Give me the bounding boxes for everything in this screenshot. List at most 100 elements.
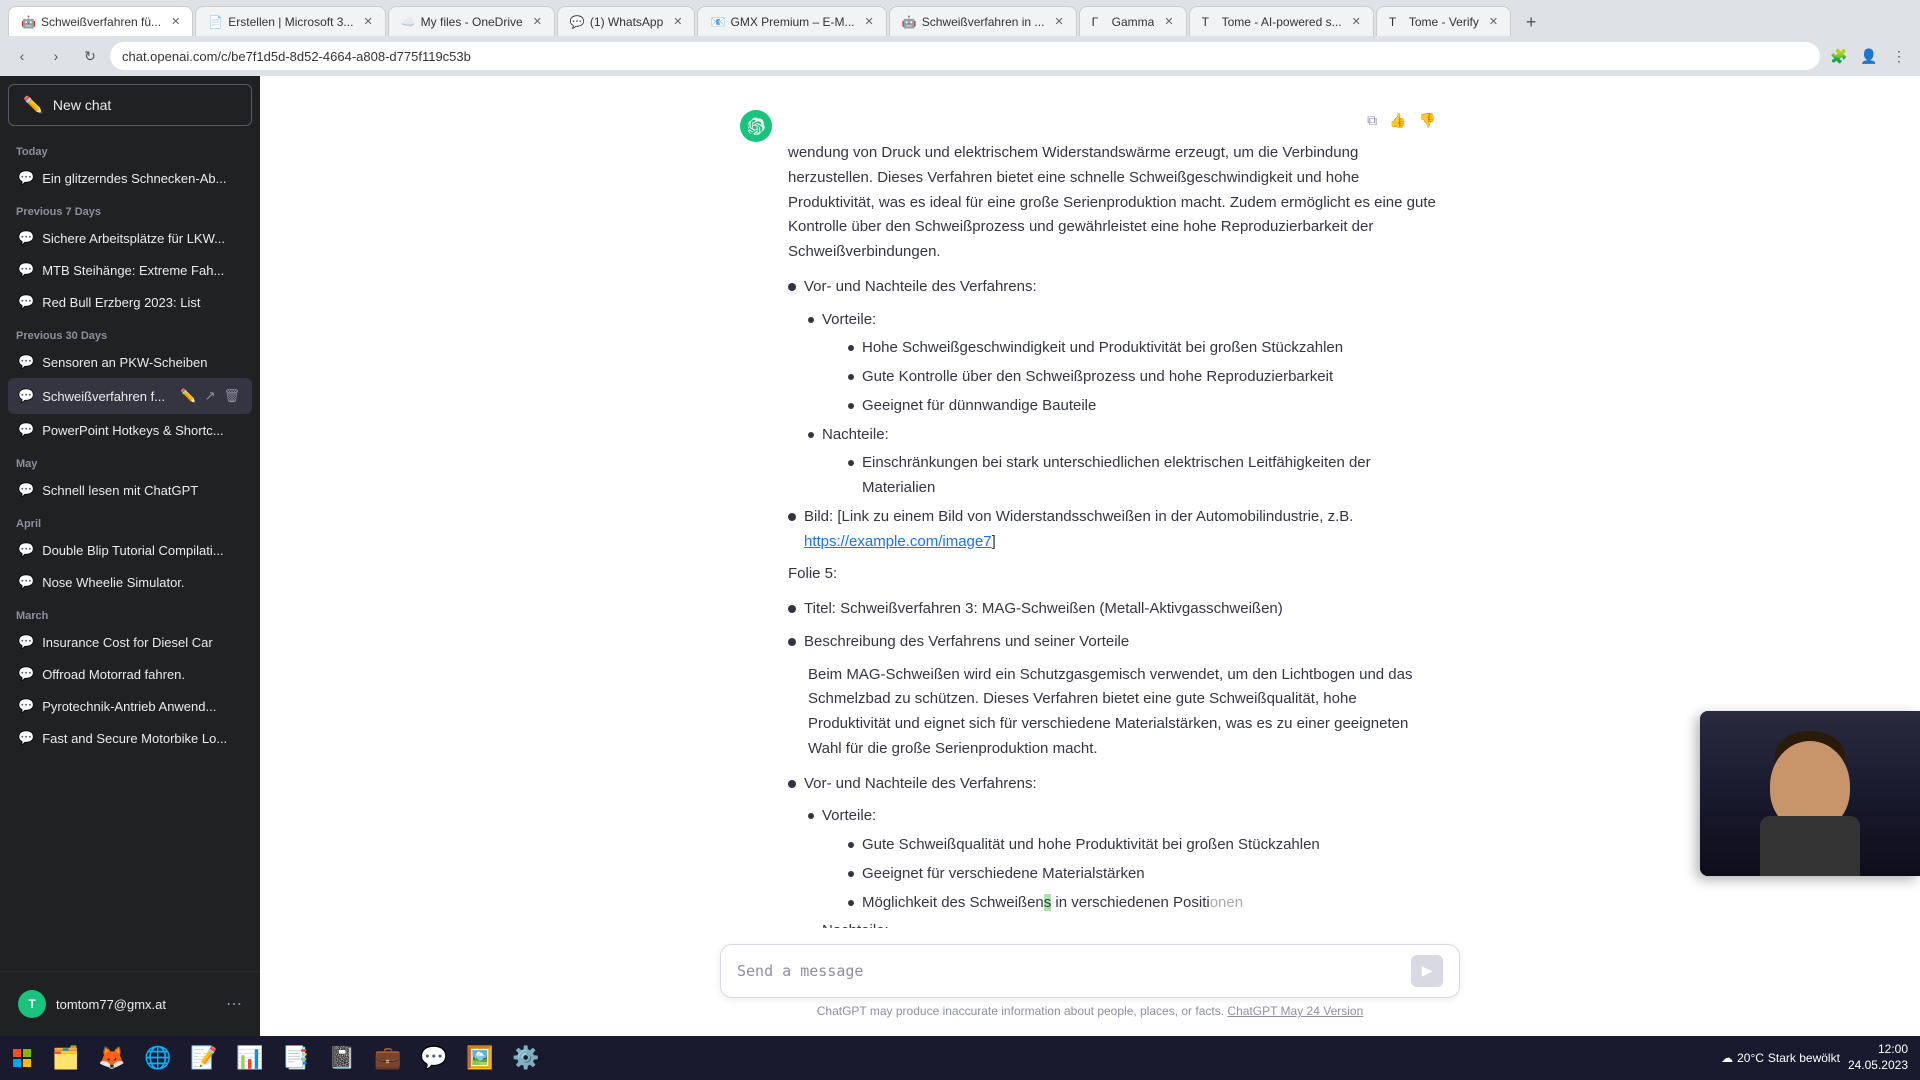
sidebar-item-s9[interactable]: 💬 Double Blip Tutorial Compilati... xyxy=(8,534,252,566)
tab-close-9[interactable]: ✕ xyxy=(1489,15,1498,28)
tab-label-5: GMX Premium – E-M... xyxy=(730,15,854,29)
face-body xyxy=(1760,816,1860,876)
sidebar-item-s4[interactable]: 💬 Red Bull Erzberg 2023: List xyxy=(8,286,252,318)
sidebar-item-icons-s6: ✏️ ↗ 🗑 xyxy=(178,386,242,406)
sidebar-item-s8[interactable]: 💬 Schnell lesen mit ChatGPT xyxy=(8,474,252,506)
copy-button[interactable]: ⧉ xyxy=(1363,108,1381,133)
message-content: wendung von Druck und elektrischem Wider… xyxy=(788,141,1440,928)
text-v1-3: Geeignet für dünnwandige Bauteile xyxy=(862,394,1096,419)
extensions-icon[interactable]: 🧩 xyxy=(1826,43,1852,69)
tab-9[interactable]: T Tome - Verify ✕ xyxy=(1376,6,1511,36)
dot-v1-1 xyxy=(848,345,854,351)
tab-close-5[interactable]: ✕ xyxy=(865,15,874,28)
taskbar-whatsapp[interactable]: 💬 xyxy=(412,1038,456,1078)
forward-button[interactable]: › xyxy=(42,42,70,70)
taskbar-word[interactable]: 📝 xyxy=(182,1038,226,1078)
new-chat-button[interactable]: ✏️ New chat xyxy=(8,84,252,126)
sidebar-item-text-s11: Insurance Cost for Diesel Car xyxy=(42,635,242,650)
taskbar-excel[interactable]: 📊 xyxy=(228,1038,272,1078)
tab-7[interactable]: Γ Gamma ✕ xyxy=(1079,6,1187,36)
sidebar-item-s1[interactable]: 💬 Ein glitzerndes Schnecken-Ab... xyxy=(8,162,252,194)
thumbs-up-button[interactable]: 👍 xyxy=(1385,108,1410,133)
tab-close-3[interactable]: ✕ xyxy=(533,15,542,28)
sidebar-item-s6[interactable]: 💬 Schweißverfahren f... ✏️ ↗ 🗑 xyxy=(8,378,252,414)
image-link[interactable]: https://example.com/image7 xyxy=(804,533,992,550)
chat-icon-s14: 💬 xyxy=(18,730,34,746)
tab-close-4[interactable]: ✕ xyxy=(673,15,682,28)
bullet-text-1: Vor- und Nachteile des Verfahrens: xyxy=(804,275,1037,300)
tab-close-6[interactable]: ✕ xyxy=(1054,15,1063,28)
profile-icon[interactable]: 👤 xyxy=(1856,43,1882,69)
webcam-face xyxy=(1700,711,1920,876)
tab-label-1: Schweißverfahren fü... xyxy=(41,15,161,29)
sidebar-item-s7[interactable]: 💬 PowerPoint Hotkeys & Shortc... xyxy=(8,414,252,446)
refresh-button[interactable]: ↻ xyxy=(76,42,104,70)
tab-3[interactable]: ☁️ My files - OneDrive ✕ xyxy=(388,6,555,36)
send-button[interactable]: ▶ xyxy=(1411,955,1443,987)
tab-favicon-9: T xyxy=(1389,15,1403,29)
address-input[interactable] xyxy=(110,42,1820,70)
chat-icon-s9: 💬 xyxy=(18,542,34,558)
taskbar-clock: 12:00 24.05.2023 xyxy=(1848,1042,1908,1073)
disclaimer-link[interactable]: ChatGPT May 24 Version xyxy=(1227,1004,1363,1018)
text-v1-2: Gute Kontrolle über den Schweißprozess u… xyxy=(862,365,1333,390)
chat-icon-s4: 💬 xyxy=(18,294,34,310)
thumbs-down-button[interactable]: 👎 xyxy=(1415,108,1440,133)
tab-close-1[interactable]: ✕ xyxy=(171,15,180,28)
tab-4[interactable]: 💬 (1) WhatsApp ✕ xyxy=(557,6,696,36)
tab-label-4: (1) WhatsApp xyxy=(590,15,663,29)
delete-icon-s6[interactable]: 🗑 xyxy=(221,386,242,406)
edit-icon-s6[interactable]: ✏️ xyxy=(178,386,198,406)
more-icon[interactable]: ⋮ xyxy=(1886,43,1912,69)
sidebar-item-text-s8: Schnell lesen mit ChatGPT xyxy=(42,483,242,498)
taskbar-chrome[interactable]: 🌐 xyxy=(136,1038,180,1078)
dot-n1 xyxy=(808,432,814,438)
tab-8[interactable]: T Tome - AI-powered s... ✕ xyxy=(1189,6,1374,36)
tab-favicon-1: 🤖 xyxy=(21,15,35,29)
dot-v2-1 xyxy=(848,842,854,848)
taskbar-explorer[interactable]: 🗂️ xyxy=(44,1038,88,1078)
new-tab-button[interactable]: + xyxy=(1517,8,1545,36)
tab-close-7[interactable]: ✕ xyxy=(1164,15,1173,28)
tab-active[interactable]: 🤖 Schweißverfahren fü... ✕ xyxy=(8,6,193,36)
sidebar-item-s2[interactable]: 💬 Sichere Arbeitsplätze für LKW... xyxy=(8,222,252,254)
sidebar-item-s3[interactable]: 💬 MTB Steihänge: Extreme Fah... xyxy=(8,254,252,286)
sidebar-item-s13[interactable]: 💬 Pyrotechnik-Antrieb Anwend... xyxy=(8,690,252,722)
bullet-beschr-5: Beschreibung des Verfahrens und seiner V… xyxy=(788,630,1440,655)
tab-6[interactable]: 🤖 Schweißverfahren in ... ✕ xyxy=(889,6,1077,36)
taskbar-settings[interactable]: ⚙️ xyxy=(504,1038,548,1078)
back-button[interactable]: ‹ xyxy=(8,42,36,70)
section-march: March xyxy=(8,598,252,626)
tab-label-2: Erstellen | Microsoft 3... xyxy=(228,15,353,29)
taskbar-onenote[interactable]: 📓 xyxy=(320,1038,364,1078)
weather-condition: Stark bewölkt xyxy=(1768,1051,1840,1065)
user-more-icon[interactable]: ⋯ xyxy=(226,994,242,1014)
input-wrapper: ▶ ChatGPT may produce inaccurate informa… xyxy=(720,944,1460,1028)
tab-label-8: Tome - AI-powered s... xyxy=(1222,15,1342,29)
tab-favicon-4: 💬 xyxy=(570,15,584,29)
taskbar-photos[interactable]: 🖼️ xyxy=(458,1038,502,1078)
sidebar-item-s14[interactable]: 💬 Fast and Secure Motorbike Lo... xyxy=(8,722,252,754)
tab-close-2[interactable]: ✕ xyxy=(363,15,372,28)
start-button[interactable] xyxy=(4,1040,40,1076)
chat-icon-s3: 💬 xyxy=(18,262,34,278)
sidebar-item-s12[interactable]: 💬 Offroad Motorrad fahren. xyxy=(8,658,252,690)
sidebar-item-s10[interactable]: 💬 Nose Wheelie Simulator. xyxy=(8,566,252,598)
tab-2[interactable]: 📄 Erstellen | Microsoft 3... ✕ xyxy=(195,6,385,36)
taskbar-teams[interactable]: 💼 xyxy=(366,1038,410,1078)
sidebar-item-text-s5: Sensoren an PKW-Scheiben xyxy=(42,355,242,370)
message-input[interactable] xyxy=(737,962,1401,980)
sidebar-item-s11[interactable]: 💬 Insurance Cost for Diesel Car xyxy=(8,626,252,658)
taskbar-powerpoint[interactable]: 📑 xyxy=(274,1038,318,1078)
send-icon: ▶ xyxy=(1422,963,1432,979)
taskbar-firefox[interactable]: 🦊 xyxy=(90,1038,134,1078)
dot-n1-1 xyxy=(848,460,854,466)
tab-5[interactable]: 📧 GMX Premium – E-M... ✕ xyxy=(697,6,886,36)
share-icon-s6[interactable]: ↗ xyxy=(203,386,218,406)
dot-bild-1 xyxy=(788,513,796,521)
user-row[interactable]: T tomtom77@gmx.at ⋯ xyxy=(8,980,252,1028)
vorteile-list-2: Gute Schweißqualität und hohe Produktivi… xyxy=(828,833,1440,915)
bullet-v1-3: Geeignet für dünnwandige Bauteile xyxy=(848,394,1440,419)
sidebar-item-s5[interactable]: 💬 Sensoren an PKW-Scheiben xyxy=(8,346,252,378)
tab-close-8[interactable]: ✕ xyxy=(1352,15,1361,28)
